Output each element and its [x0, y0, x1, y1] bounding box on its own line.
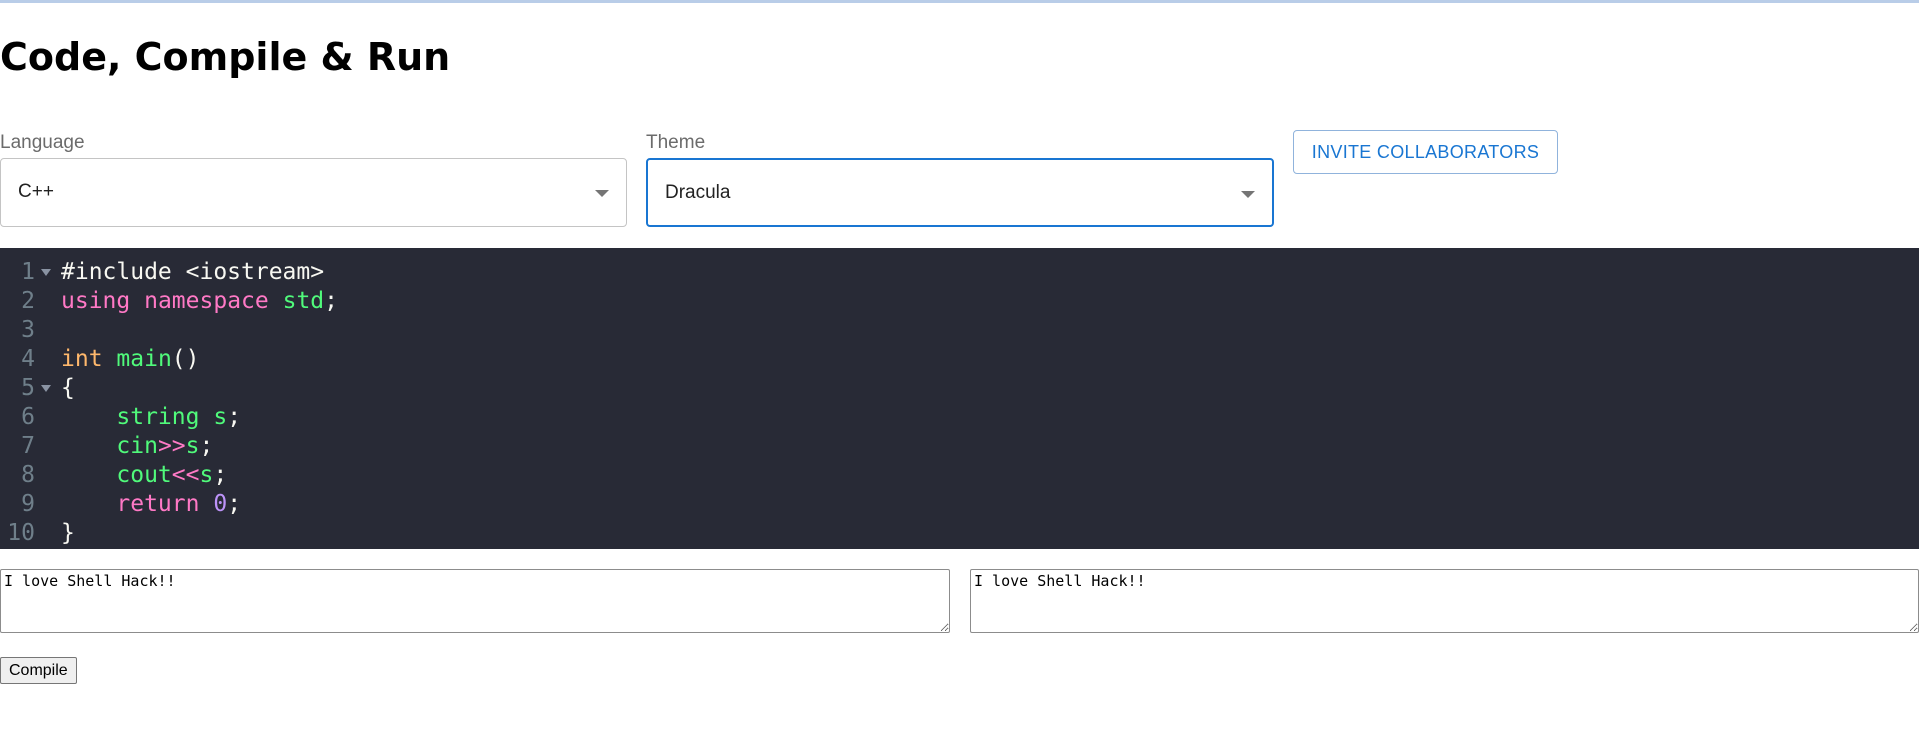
code-text: { [61, 374, 75, 403]
line-number: 5 [21, 375, 35, 401]
code-text: using namespace std; [61, 287, 338, 316]
fold-triangle-icon[interactable] [41, 385, 51, 392]
code-text: cin>>s; [61, 432, 213, 461]
caret-down-icon [1241, 191, 1255, 198]
code-text: cout<<s; [61, 461, 227, 490]
line-number: 4 [21, 346, 35, 372]
code-token: ; [227, 404, 242, 430]
code-token: cin [116, 433, 158, 459]
code-editor[interactable]: 1 #include <iostream> 2 using namespace std… [0, 248, 1919, 549]
code-text: #include <iostream> [61, 258, 324, 287]
code-token: << [171, 462, 200, 488]
fold-triangle-icon[interactable] [41, 269, 51, 276]
code-token: } [61, 520, 75, 546]
code-token: () [171, 346, 200, 372]
code-token: 0 [213, 491, 228, 517]
code-line[interactable]: 2 using namespace std; [0, 287, 1919, 316]
code-token: s [199, 462, 214, 488]
code-line[interactable]: 9 return 0; [0, 490, 1919, 519]
caret-down-icon [595, 190, 609, 197]
code-token: s [185, 433, 200, 459]
code-text: string s; [61, 403, 241, 432]
code-token: ; [199, 433, 214, 459]
code-token: cout [116, 462, 172, 488]
code-line[interactable]: 4 int main() [0, 345, 1919, 374]
theme-select-value: Dracula [665, 182, 731, 203]
code-token: ; [227, 491, 242, 517]
code-token: int [61, 346, 103, 372]
code-token: #include <iostream> [61, 259, 325, 285]
code-token: string [116, 404, 200, 430]
top-accent-line [0, 0, 1919, 3]
code-text: return 0; [61, 490, 241, 519]
code-token: >> [157, 433, 186, 459]
code-token: ; [324, 288, 338, 314]
code-text: int main() [61, 345, 200, 374]
language-select[interactable]: C++ [0, 158, 627, 227]
code-token: namespace [144, 288, 269, 314]
line-number: 8 [21, 462, 35, 488]
line-number: 2 [21, 288, 35, 314]
code-line[interactable]: 5{ [0, 374, 1919, 403]
invite-collaborators-button[interactable]: INVITE COLLABORATORS [1293, 130, 1558, 174]
code-line[interactable]: 6 string s; [0, 403, 1919, 432]
theme-select[interactable]: Dracula [646, 158, 1274, 227]
code-token: { [61, 375, 75, 401]
page-title: Code, Compile & Run [0, 35, 451, 79]
code-line[interactable]: 7 cin>>s; [0, 432, 1919, 461]
code-token: s [213, 404, 228, 430]
line-number: 1 [21, 259, 35, 285]
language-select-value: C++ [18, 181, 54, 202]
stdin-input[interactable] [0, 569, 950, 633]
line-number: 9 [21, 491, 35, 517]
code-token: std [282, 288, 325, 314]
line-number: 7 [21, 433, 35, 459]
language-label: Language [0, 132, 91, 154]
language-field: C++ Language [0, 132, 627, 227]
code-line[interactable]: 10} [0, 519, 1919, 548]
code-line[interactable]: 1 #include <iostream> [0, 258, 1919, 287]
line-number: 3 [21, 317, 35, 343]
theme-label: Theme [646, 132, 712, 154]
theme-field: Dracula Theme [646, 132, 1274, 227]
code-token: ; [213, 462, 228, 488]
code-token: return [116, 491, 200, 517]
code-token: main [116, 346, 172, 372]
line-number: 10 [7, 520, 35, 546]
code-line[interactable]: 8 cout<<s; [0, 461, 1919, 490]
code-text: } [61, 519, 75, 548]
code-line[interactable]: 3 [0, 316, 1919, 345]
code-token: using [61, 288, 131, 314]
compile-button[interactable]: Compile [0, 657, 77, 684]
stdout-output[interactable] [970, 569, 1919, 633]
line-number: 6 [21, 404, 35, 430]
